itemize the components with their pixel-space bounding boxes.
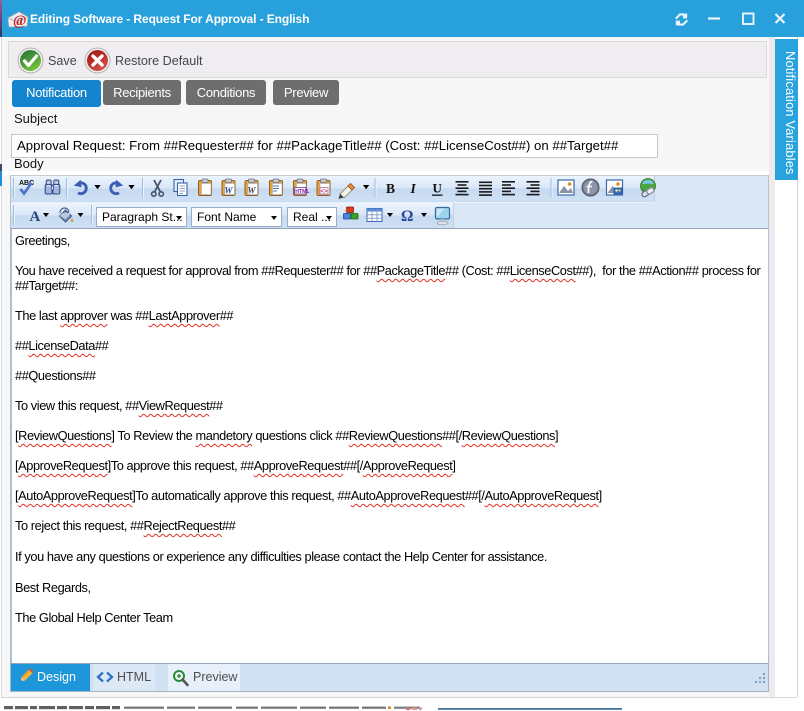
svg-text:HTML: HTML bbox=[295, 189, 310, 195]
svg-text:W: W bbox=[225, 186, 234, 196]
svg-text:<>: <> bbox=[321, 189, 329, 195]
svg-text:B: B bbox=[386, 181, 395, 196]
svg-text:I: I bbox=[410, 181, 417, 196]
svg-text:@: @ bbox=[13, 13, 27, 29]
svg-text:Ω: Ω bbox=[401, 208, 413, 225]
svg-text:U: U bbox=[433, 181, 443, 196]
svg-text:A: A bbox=[30, 209, 41, 225]
svg-text:W: W bbox=[248, 186, 257, 196]
